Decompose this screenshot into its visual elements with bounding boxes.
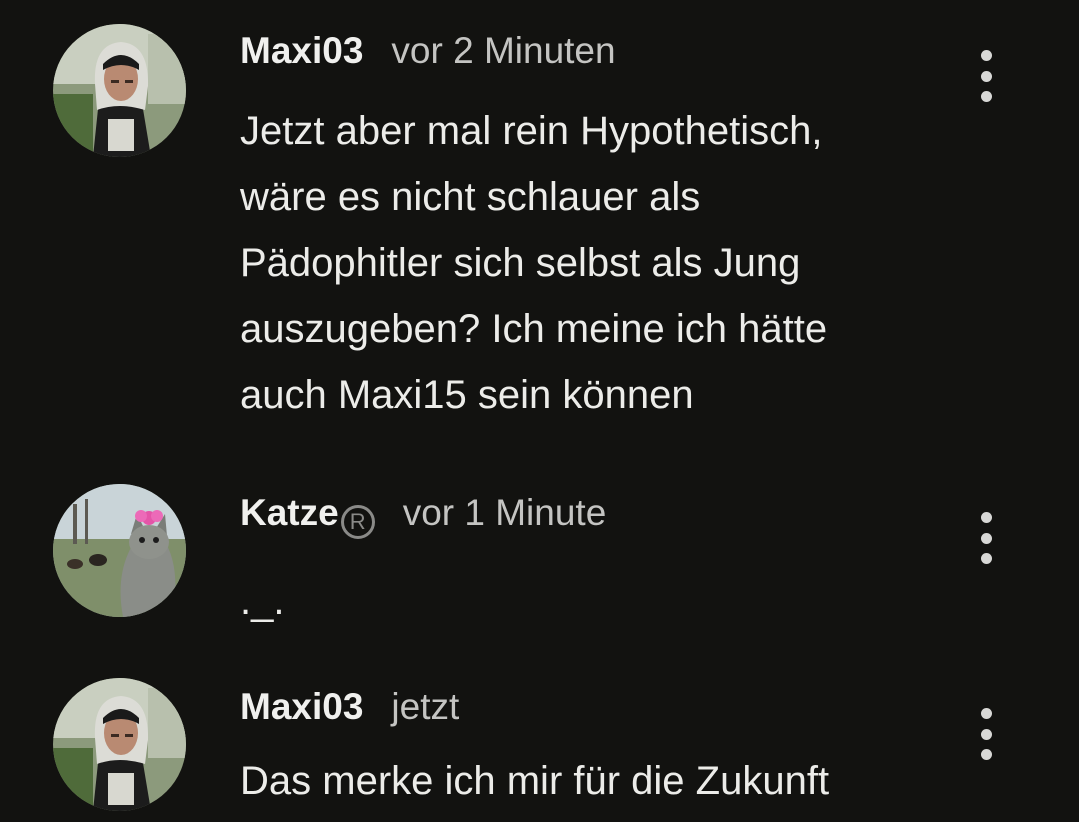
comment-item: Maxi03 vor 2 Minuten Jetzt aber mal rein… (0, 0, 1079, 470)
comment-meta: Katze R vor 1 Minute (240, 492, 607, 539)
comment-text-line: Jetzt aber mal rein Hypothetisch, (240, 109, 823, 153)
comment-meta: Maxi03 vor 2 Minuten (240, 30, 616, 72)
comment-meta: Maxi03 jetzt (240, 686, 459, 728)
comment-text-line: Das merke ich mir für die Zukunft (240, 759, 830, 803)
avatar[interactable] (53, 484, 186, 617)
timestamp: vor 2 Minuten (391, 30, 616, 71)
username[interactable]: Maxi03 (240, 686, 363, 728)
avatar-cat-icon (53, 484, 186, 617)
avatar-person-icon (53, 24, 186, 157)
avatar[interactable] (53, 24, 186, 157)
comment-item: Maxi03 jetzt Das merke ich mir für die Z… (0, 660, 1079, 822)
comment-text: Das merke ich mir für die Zukunft (240, 748, 1020, 814)
timestamp: jetzt (391, 686, 460, 727)
comment-list: Maxi03 vor 2 Minuten Jetzt aber mal rein… (0, 0, 1079, 822)
comment-text-line: ._. (240, 579, 285, 623)
more-options-icon[interactable] (966, 48, 1006, 104)
comment-text-line: Pädophitler sich selbst als Jung (240, 241, 801, 285)
comment-text: ._. (240, 568, 1020, 634)
registered-badge-icon: R (340, 505, 375, 539)
username[interactable]: Katze (240, 492, 339, 534)
comment-text-line: auch Maxi15 sein können (240, 373, 694, 417)
avatar-person-icon (53, 678, 186, 811)
comment-text: Jetzt aber mal rein Hypothetisch, wäre e… (240, 98, 1020, 428)
comment-text-line: auszugeben? Ich meine ich hätte (240, 307, 828, 351)
avatar[interactable] (53, 678, 186, 811)
timestamp: vor 1 Minute (402, 492, 607, 533)
more-options-icon[interactable] (966, 706, 1006, 762)
username[interactable]: Maxi03 (240, 30, 363, 72)
more-options-icon[interactable] (966, 510, 1006, 566)
comment-text-line: wäre es nicht schlauer als (240, 175, 701, 219)
comment-item: Katze R vor 1 Minute ._. (0, 470, 1079, 660)
